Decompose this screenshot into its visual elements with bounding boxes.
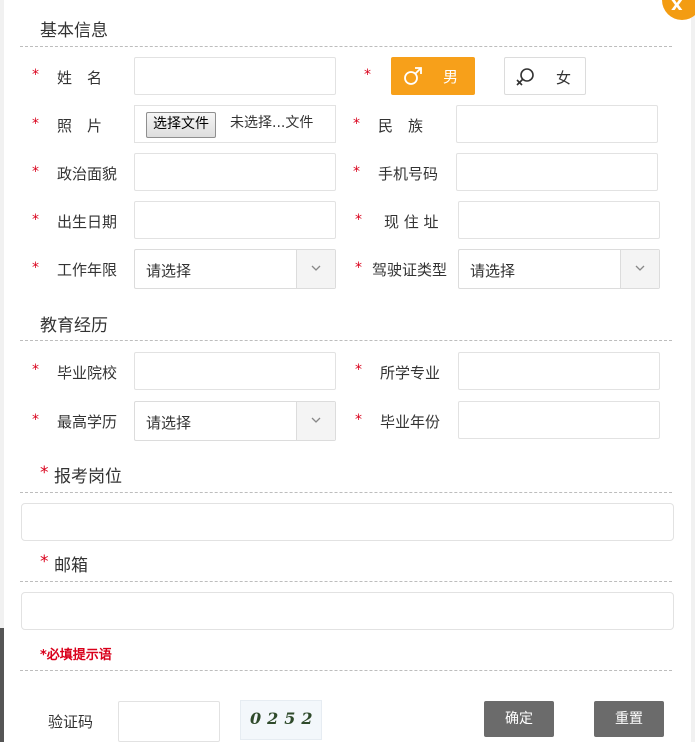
degree-select[interactable]: 请选择	[134, 401, 336, 441]
required-star: *	[32, 212, 39, 228]
section-title-position: 报考岗位	[54, 467, 122, 487]
required-star: *	[40, 552, 49, 572]
required-star: *	[32, 362, 39, 378]
captcha-code: 0252	[250, 709, 319, 728]
political-input[interactable]	[134, 153, 336, 191]
female-label: 女	[556, 69, 572, 87]
choose-file-button[interactable]: 选择文件	[146, 112, 216, 138]
reset-button[interactable]: 重置	[594, 701, 664, 737]
degree-value: 请选择	[146, 414, 192, 432]
window-edge-right	[691, 0, 695, 742]
address-input[interactable]	[458, 201, 660, 239]
required-hint: *必填提示语	[40, 648, 112, 663]
work-years-select[interactable]: 请选择	[134, 249, 336, 289]
photo-label: 照 片	[57, 117, 103, 135]
school-label: 毕业院校	[57, 364, 118, 382]
ethnicity-label: 民 族	[378, 117, 424, 135]
divider	[20, 340, 672, 341]
female-icon	[515, 67, 535, 91]
name-input[interactable]	[134, 57, 336, 95]
name-label: 姓 名	[57, 69, 103, 87]
required-star: *	[353, 116, 360, 132]
male-label: 男	[443, 68, 459, 86]
work-years-label: 工作年限	[57, 261, 118, 279]
required-star: *	[32, 116, 39, 132]
captcha-input[interactable]	[118, 701, 220, 742]
chevron-down-icon[interactable]	[296, 402, 335, 440]
photo-file-input: 选择文件 未选择...文件	[134, 105, 336, 143]
major-label: 所学专业	[380, 364, 441, 382]
phone-input[interactable]	[456, 153, 658, 191]
required-star: *	[353, 164, 360, 180]
close-button[interactable]: x	[662, 0, 695, 20]
close-icon: x	[671, 0, 683, 15]
required-star: *	[355, 412, 362, 428]
address-label: 现 住 址	[384, 213, 439, 231]
license-value: 请选择	[470, 262, 516, 280]
required-star: *	[32, 412, 39, 428]
email-input[interactable]	[21, 592, 674, 630]
degree-label: 最高学历	[57, 413, 118, 431]
grad-year-label: 毕业年份	[380, 413, 441, 431]
section-title-education: 教育经历	[40, 316, 108, 336]
captcha-label: 验证码	[48, 713, 94, 731]
birth-label: 出生日期	[57, 213, 118, 231]
major-input[interactable]	[458, 352, 660, 390]
gender-female-button[interactable]: 女	[504, 57, 586, 95]
required-star: *	[355, 362, 362, 378]
divider	[20, 581, 672, 582]
grad-year-input[interactable]	[458, 401, 660, 439]
required-star: *	[32, 67, 39, 83]
divider	[20, 46, 672, 47]
male-icon	[403, 66, 423, 90]
confirm-button[interactable]: 确定	[484, 701, 554, 737]
phone-label: 手机号码	[378, 165, 439, 183]
birth-date-input[interactable]	[134, 201, 336, 239]
gender-male-button[interactable]: 男	[391, 57, 475, 95]
position-input[interactable]	[21, 503, 674, 541]
work-years-value: 请选择	[146, 262, 192, 280]
divider	[20, 670, 672, 671]
divider	[20, 492, 672, 493]
captcha-image[interactable]: 0252	[240, 700, 322, 740]
section-title-email: 邮箱	[54, 556, 88, 576]
chevron-down-icon[interactable]	[620, 250, 659, 288]
chevron-down-icon[interactable]	[296, 250, 335, 288]
political-label: 政治面貌	[57, 165, 118, 183]
required-star: *	[40, 463, 49, 483]
section-title-basic: 基本信息	[40, 21, 108, 41]
file-status: 未选择...文件	[230, 115, 314, 131]
school-input[interactable]	[134, 352, 336, 390]
window-edge-left-dark	[0, 628, 4, 742]
ethnicity-input[interactable]	[456, 105, 658, 143]
required-star: *	[32, 164, 39, 180]
license-label: 驾驶证类型	[372, 261, 448, 279]
required-star: *	[355, 260, 362, 276]
required-star: *	[32, 260, 39, 276]
required-star: *	[364, 67, 371, 83]
required-star: *	[355, 212, 362, 228]
license-select[interactable]: 请选择	[458, 249, 660, 289]
